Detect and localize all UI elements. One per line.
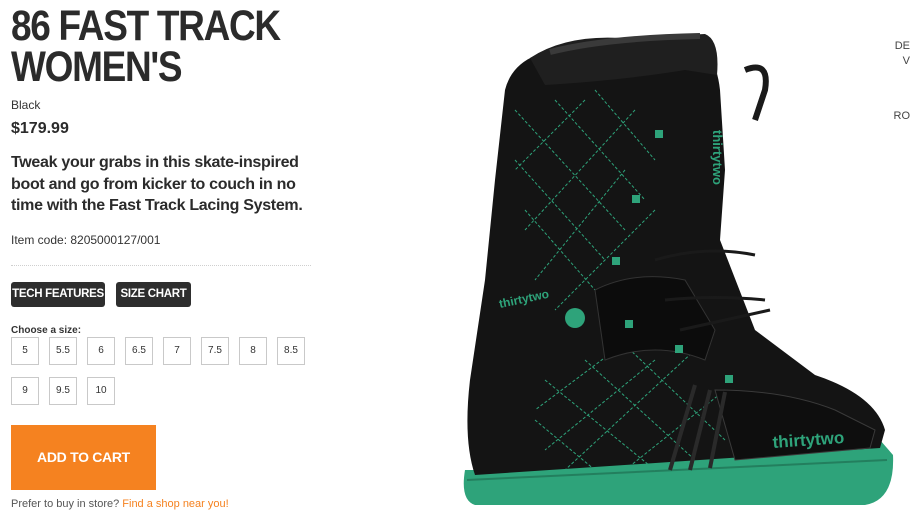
product-price: $179.99 — [11, 120, 69, 138]
product-description: Tweak your grabs in this skate-inspired … — [11, 152, 311, 217]
product-title-line1: 86 FAST TRACK — [11, 6, 303, 47]
size-option[interactable]: 9 — [11, 377, 39, 405]
store-prompt: Prefer to buy in store? Find a shop near… — [11, 498, 229, 510]
tech-features-button[interactable]: TECH FEATURES — [11, 282, 105, 307]
boot-brand-tongue: thirtytwo — [710, 130, 725, 185]
find-shop-link[interactable]: Find a shop near you! — [122, 498, 228, 510]
product-color: Black — [11, 98, 40, 112]
product-title-line2: WOMEN'S — [11, 47, 303, 88]
size-option[interactable]: 6.5 — [125, 337, 153, 365]
product-info: 86 FAST TRACK WOMEN'S Black $179.99 Twea… — [11, 0, 311, 88]
size-option[interactable]: 7.5 — [201, 337, 229, 365]
size-option[interactable]: 6 — [87, 337, 115, 365]
product-title: 86 FAST TRACK WOMEN'S — [11, 0, 303, 88]
size-option[interactable]: 8 — [239, 337, 267, 365]
divider — [11, 265, 311, 266]
size-option[interactable]: 8.5 — [277, 337, 305, 365]
item-code: Item code: 8205000127/001 — [11, 233, 160, 247]
size-option[interactable]: 10 — [87, 377, 115, 405]
size-option[interactable]: 9.5 — [49, 377, 77, 405]
product-image-boot: thirtytwo thirtytwo thirtytwo — [455, 30, 900, 509]
size-chart-button[interactable]: SIZE CHART — [116, 282, 191, 307]
side-cutoff-text-2: V — [903, 55, 910, 67]
store-prompt-text: Prefer to buy in store? — [11, 498, 122, 510]
size-label: Choose a size: — [11, 325, 81, 336]
size-option[interactable]: 5 — [11, 337, 39, 365]
size-option[interactable]: 7 — [163, 337, 191, 365]
size-option[interactable]: 5.5 — [49, 337, 77, 365]
add-to-cart-button[interactable]: ADD TO CART — [11, 425, 156, 490]
